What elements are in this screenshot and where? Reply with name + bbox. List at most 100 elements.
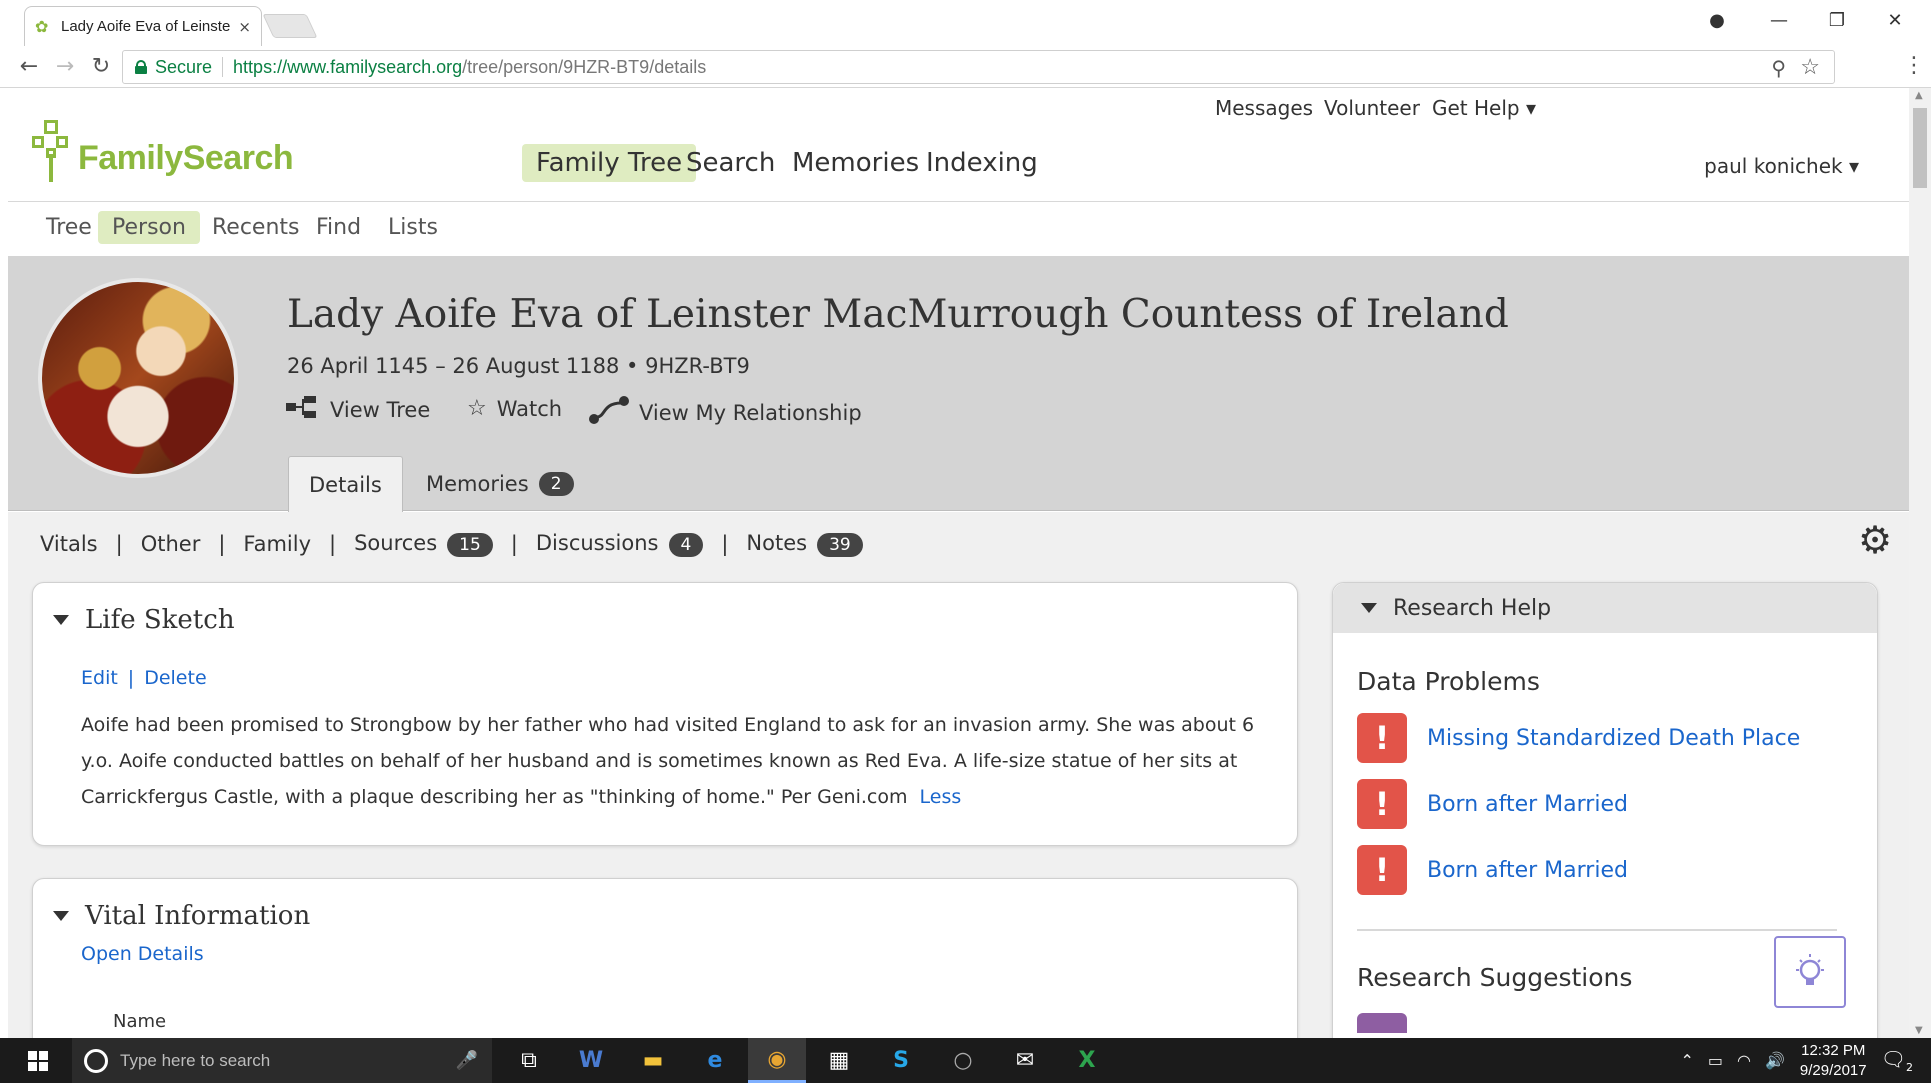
subnav-person[interactable]: Person [98,211,200,244]
view-relationship-action[interactable]: View My Relationship [589,396,862,430]
subnav-find[interactable]: Find [302,211,375,244]
url-path: /tree/person/9HZR-BT9/details [462,56,707,77]
notifications-icon[interactable]: 🗨2 [1881,1047,1913,1074]
tree-logo-icon [30,114,82,184]
mail-app-icon[interactable]: ✉ [996,1038,1054,1083]
action-separator: | [127,667,135,689]
skype-app-icon[interactable]: S [872,1038,930,1083]
alert-icon: ! [1357,845,1407,895]
nav-family-tree[interactable]: Family Tree [522,144,697,182]
bookmark-star-icon[interactable]: ☆ [1800,54,1820,80]
tab-memories[interactable]: Memories 2 [406,456,594,512]
tab-details-label: Details [309,472,382,497]
taskbar-search[interactable]: Type here to search 🎤 [72,1038,492,1083]
close-window-button[interactable]: ✕ [1880,10,1910,36]
scroll-up-arrow-icon[interactable]: ▲ [1915,90,1923,101]
minimize-button[interactable]: — [1764,10,1794,36]
lightbulb-help-button[interactable] [1774,936,1846,1008]
alert-icon: ! [1357,779,1407,829]
life-sketch-heading[interactable]: Life Sketch [53,605,235,635]
address-bar[interactable]: Secure https://www.familysearch.org /tre… [122,50,1835,84]
less-link[interactable]: Less [920,786,962,808]
browser-tab-title: Lady Aoife Eva of Leinste [61,18,231,35]
volume-icon[interactable]: 🔊 [1765,1051,1785,1070]
nav-memories[interactable]: Memories [778,144,933,182]
data-problem-item[interactable]: ! Missing Standardized Death Place [1357,713,1800,763]
section-other-link[interactable]: Other [141,532,201,556]
section-separator: | [218,532,226,556]
excel-app-icon[interactable]: X [1058,1038,1116,1083]
person-banner: Lady Aoife Eva of Leinster MacMurrough C… [8,256,1909,512]
lock-icon [135,60,147,74]
gear-icon[interactable]: ⚙ [1855,520,1895,560]
relationship-icon [589,396,629,430]
nav-indexing[interactable]: Indexing [912,144,1052,182]
scroll-thumb[interactable] [1913,108,1927,188]
page-scrollbar[interactable]: ▲ ▼ [1909,88,1931,1038]
view-tree-action[interactable]: View Tree [286,396,430,424]
taskbar-clock[interactable]: 12:32 PM 9/29/2017 [1800,1041,1867,1081]
scroll-down-arrow-icon[interactable]: ▼ [1915,1025,1923,1036]
section-family-link[interactable]: Family [243,532,311,556]
edge-browser-icon[interactable]: e [686,1038,744,1083]
person-dates-id: 26 April 1145 – 26 August 1188 • 9HZR-BT… [287,354,750,378]
messages-link[interactable]: Messages [1215,96,1313,120]
research-suggestions-title: Research Suggestions [1357,963,1633,992]
nav-search[interactable]: Search [672,144,789,182]
vital-information-title: Vital Information [85,901,311,931]
windows-taskbar: Type here to search 🎤 ⧉ W ▬ e ◉ ▦ S ○ ✉ … [0,1038,1931,1083]
back-arrow-icon[interactable]: ← [14,52,44,82]
chrome-browser-icon[interactable]: ◉ [748,1038,806,1083]
section-notes-link[interactable]: Notes 39 [746,531,863,557]
data-problem-item[interactable]: ! Born after Married [1357,845,1628,895]
subnav-recents[interactable]: Recents [198,211,314,244]
browser-tab[interactable]: ✿ Lady Aoife Eva of Leinste × [24,6,262,46]
microphone-icon[interactable]: 🎤 [456,1050,478,1071]
chevron-up-icon[interactable]: ⌃ [1680,1051,1693,1070]
new-tab-button[interactable] [262,14,318,38]
restore-button[interactable]: ❐ [1822,10,1852,36]
notifications-count: 2 [1906,1061,1913,1074]
section-sources-link[interactable]: Sources 15 [354,531,493,557]
forward-arrow-icon[interactable]: → [50,52,80,82]
data-problem-link[interactable]: Born after Married [1427,858,1628,883]
zoom-icon[interactable]: ⚲ [1771,56,1786,81]
get-help-menu[interactable]: Get Help ▾ [1432,96,1536,120]
reload-icon[interactable]: ↻ [86,52,116,82]
notes-count-badge: 39 [817,533,863,557]
subnav-tree[interactable]: Tree [32,211,106,244]
volunteer-link[interactable]: Volunteer [1324,96,1420,120]
research-help-header[interactable]: Research Help [1333,583,1877,633]
open-details-link[interactable]: Open Details [81,943,204,965]
discussions-count-badge: 4 [668,533,704,557]
wifi-icon[interactable]: ◠ [1737,1051,1751,1070]
delete-link[interactable]: Delete [144,667,206,689]
taskbar-search-placeholder: Type here to search [120,1050,271,1070]
tab-close-icon[interactable]: × [238,18,251,36]
file-explorer-icon[interactable]: ▬ [624,1038,682,1083]
vital-information-heading[interactable]: Vital Information [53,901,310,931]
data-problem-link[interactable]: Missing Standardized Death Place [1427,726,1800,751]
person-portrait[interactable] [38,278,238,478]
cortana-icon [84,1048,108,1073]
data-problem-link[interactable]: Born after Married [1427,792,1628,817]
section-separator: | [329,532,337,556]
section-vitals-link[interactable]: Vitals [40,532,98,556]
battery-icon[interactable]: ▭ [1708,1051,1723,1070]
watch-action[interactable]: ☆ Watch [467,396,562,421]
browser-menu-icon[interactable]: ⋮ [1903,53,1925,78]
start-button[interactable] [8,1038,68,1083]
word-app-icon[interactable]: W [562,1038,620,1083]
user-menu[interactable]: paul konichek ▾ [1704,154,1859,178]
store-app-icon[interactable]: ▦ [810,1038,868,1083]
account-icon[interactable]: ● [1702,10,1732,36]
name-field-label: Name [113,1011,167,1032]
section-discussions-link[interactable]: Discussions 4 [536,531,704,557]
data-problem-item[interactable]: ! Born after Married [1357,779,1628,829]
tab-details[interactable]: Details [288,456,403,512]
task-view-icon[interactable]: ⧉ [500,1038,558,1083]
subnav-lists[interactable]: Lists [374,211,452,244]
familysearch-logo[interactable]: FamilySearch [30,114,294,184]
edit-link[interactable]: Edit [81,667,118,689]
circle-app-icon[interactable]: ○ [934,1038,992,1083]
